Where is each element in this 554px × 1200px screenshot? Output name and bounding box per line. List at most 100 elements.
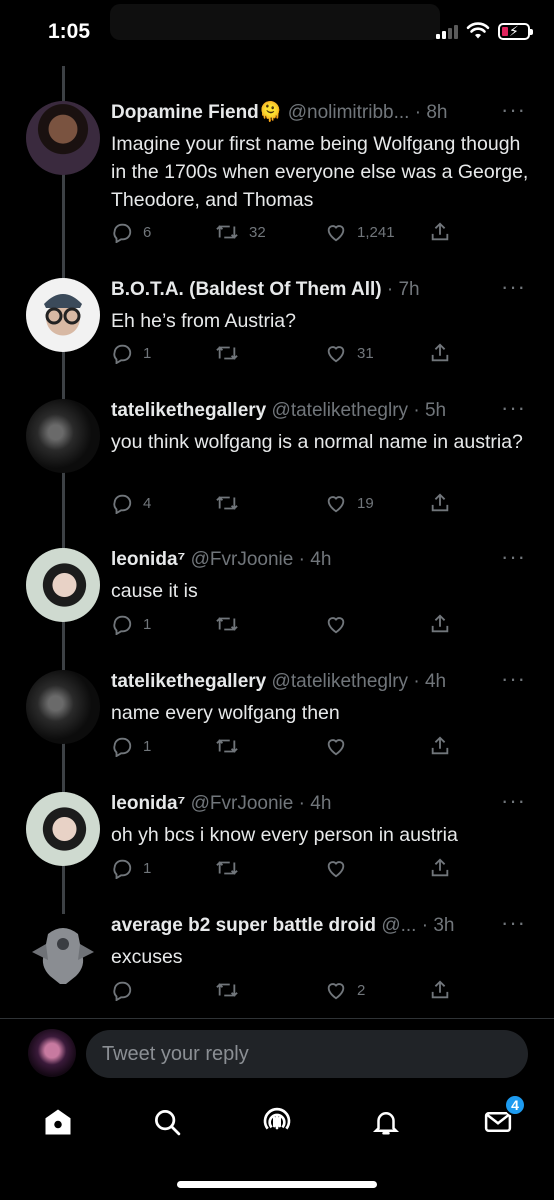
handle[interactable]: @nolimitribb... bbox=[288, 102, 410, 123]
tweet-actions: 6 32 1,241 bbox=[111, 221, 471, 247]
share-button[interactable] bbox=[429, 492, 451, 514]
retweet-button[interactable] bbox=[215, 857, 249, 879]
display-name[interactable]: leonida⁷ bbox=[111, 793, 185, 814]
retweet-button[interactable] bbox=[215, 979, 249, 1001]
home-indicator[interactable] bbox=[177, 1181, 377, 1188]
display-name[interactable]: Dopamine Fiend🫠 bbox=[111, 102, 282, 123]
reply-composer bbox=[0, 1019, 554, 1091]
tweet-actions: 2 bbox=[111, 979, 471, 1005]
tweet-text: cause it is bbox=[111, 580, 198, 602]
like-button[interactable]: 1,241 bbox=[325, 221, 395, 243]
tweet-text: you think wolfgang is a normal name in a… bbox=[111, 431, 523, 453]
wifi-icon bbox=[466, 22, 490, 39]
reply-button[interactable]: 1 bbox=[111, 342, 151, 364]
retweet-button[interactable] bbox=[215, 613, 249, 635]
avatar[interactable] bbox=[26, 278, 100, 352]
share-button[interactable] bbox=[429, 735, 451, 757]
like-button[interactable]: 19 bbox=[325, 492, 374, 514]
like-button[interactable] bbox=[325, 735, 357, 757]
more-icon[interactable]: ··· bbox=[501, 99, 526, 121]
retweet-icon bbox=[216, 861, 238, 875]
share-button[interactable] bbox=[429, 857, 451, 879]
avatar[interactable] bbox=[26, 792, 100, 866]
tweet-actions: 1 31 bbox=[111, 342, 471, 368]
retweet-button[interactable] bbox=[215, 342, 249, 364]
like-icon bbox=[327, 346, 345, 363]
display-name[interactable]: tatelikethegallery bbox=[111, 671, 266, 692]
avatar[interactable] bbox=[26, 399, 100, 473]
retweet-icon bbox=[216, 983, 238, 997]
tweet-text: oh yh bcs i know every person in austria bbox=[111, 824, 458, 846]
share-button[interactable] bbox=[429, 979, 451, 1001]
retweet-icon bbox=[216, 225, 238, 239]
tab-search[interactable] bbox=[147, 1102, 187, 1142]
reply-icon bbox=[113, 344, 132, 364]
reply-button[interactable]: 4 bbox=[111, 492, 151, 514]
display-name[interactable]: B.O.T.A. (Baldest Of Them All) bbox=[111, 279, 382, 300]
share-button[interactable] bbox=[429, 221, 451, 243]
display-name[interactable]: tatelikethegallery bbox=[111, 400, 266, 421]
reply-count: 1 bbox=[143, 859, 152, 877]
avatar[interactable] bbox=[26, 914, 100, 988]
share-icon bbox=[431, 493, 449, 512]
retweet-button[interactable] bbox=[215, 735, 249, 757]
avatar[interactable] bbox=[26, 670, 100, 744]
tab-notifications[interactable] bbox=[366, 1102, 406, 1142]
reply-input[interactable] bbox=[86, 1030, 528, 1078]
share-icon bbox=[431, 614, 449, 633]
tab-messages[interactable]: 4 bbox=[478, 1094, 526, 1142]
reply-count: 4 bbox=[143, 494, 152, 512]
reply-button[interactable]: 1 bbox=[111, 857, 151, 879]
retweet-button[interactable]: 32 bbox=[215, 221, 266, 243]
reply-count: 1 bbox=[143, 615, 152, 633]
timestamp: · 3h bbox=[421, 915, 455, 936]
more-icon[interactable]: ··· bbox=[501, 912, 526, 934]
display-name[interactable]: leonida⁷ bbox=[111, 549, 185, 570]
reply-icon bbox=[113, 737, 132, 757]
reply-button[interactable]: 1 bbox=[111, 613, 151, 635]
more-icon[interactable]: ··· bbox=[501, 668, 526, 690]
header-backdrop bbox=[110, 4, 440, 40]
share-button[interactable] bbox=[429, 342, 451, 364]
avatar[interactable] bbox=[26, 548, 100, 622]
display-name[interactable]: average b2 super battle droid bbox=[111, 915, 376, 936]
like-button[interactable] bbox=[325, 857, 357, 879]
reply-icon bbox=[113, 859, 132, 879]
more-icon[interactable]: ··· bbox=[501, 397, 526, 419]
retweet-icon bbox=[216, 739, 238, 753]
tweet-text: excuses bbox=[111, 946, 183, 968]
handle[interactable]: @tateliketheglry bbox=[272, 671, 409, 692]
retweet-button[interactable] bbox=[215, 492, 249, 514]
reply-button[interactable] bbox=[111, 979, 143, 1001]
like-button[interactable]: 31 bbox=[325, 342, 374, 364]
tweet-header: average b2 super battle droid @... · 3h bbox=[111, 914, 506, 938]
tab-spaces[interactable] bbox=[257, 1102, 297, 1142]
notifications-icon bbox=[372, 1112, 400, 1135]
share-icon bbox=[431, 980, 449, 999]
spaces-icon bbox=[263, 1107, 291, 1130]
like-button[interactable]: 2 bbox=[325, 979, 365, 1001]
avatar[interactable] bbox=[26, 101, 100, 175]
share-button[interactable] bbox=[429, 613, 451, 635]
user-avatar[interactable] bbox=[28, 1029, 76, 1077]
like-icon bbox=[327, 225, 345, 242]
reply-button[interactable]: 1 bbox=[111, 735, 151, 757]
tweet-header: tatelikethegallery @tateliketheglry · 5h bbox=[111, 399, 506, 423]
handle[interactable]: @tateliketheglry bbox=[272, 400, 409, 421]
handle[interactable]: @... bbox=[381, 915, 416, 936]
tweet-text: Imagine your first name being Wolfgang t… bbox=[111, 133, 529, 211]
status-time: 1:05 bbox=[48, 20, 91, 43]
handle[interactable]: @FvrJoonie bbox=[191, 793, 294, 814]
share-icon bbox=[431, 736, 449, 755]
reply-button[interactable]: 6 bbox=[111, 221, 151, 243]
more-icon[interactable]: ··· bbox=[501, 276, 526, 298]
more-icon[interactable]: ··· bbox=[501, 790, 526, 812]
handle[interactable]: @FvrJoonie bbox=[191, 549, 294, 570]
more-icon[interactable]: ··· bbox=[501, 546, 526, 568]
tweet-text: Eh he’s from Austria? bbox=[111, 310, 296, 332]
timestamp: · 5h bbox=[413, 400, 447, 421]
retweet-icon bbox=[216, 346, 238, 360]
share-icon bbox=[431, 858, 449, 877]
tab-home[interactable] bbox=[38, 1102, 78, 1142]
like-button[interactable] bbox=[325, 613, 357, 635]
